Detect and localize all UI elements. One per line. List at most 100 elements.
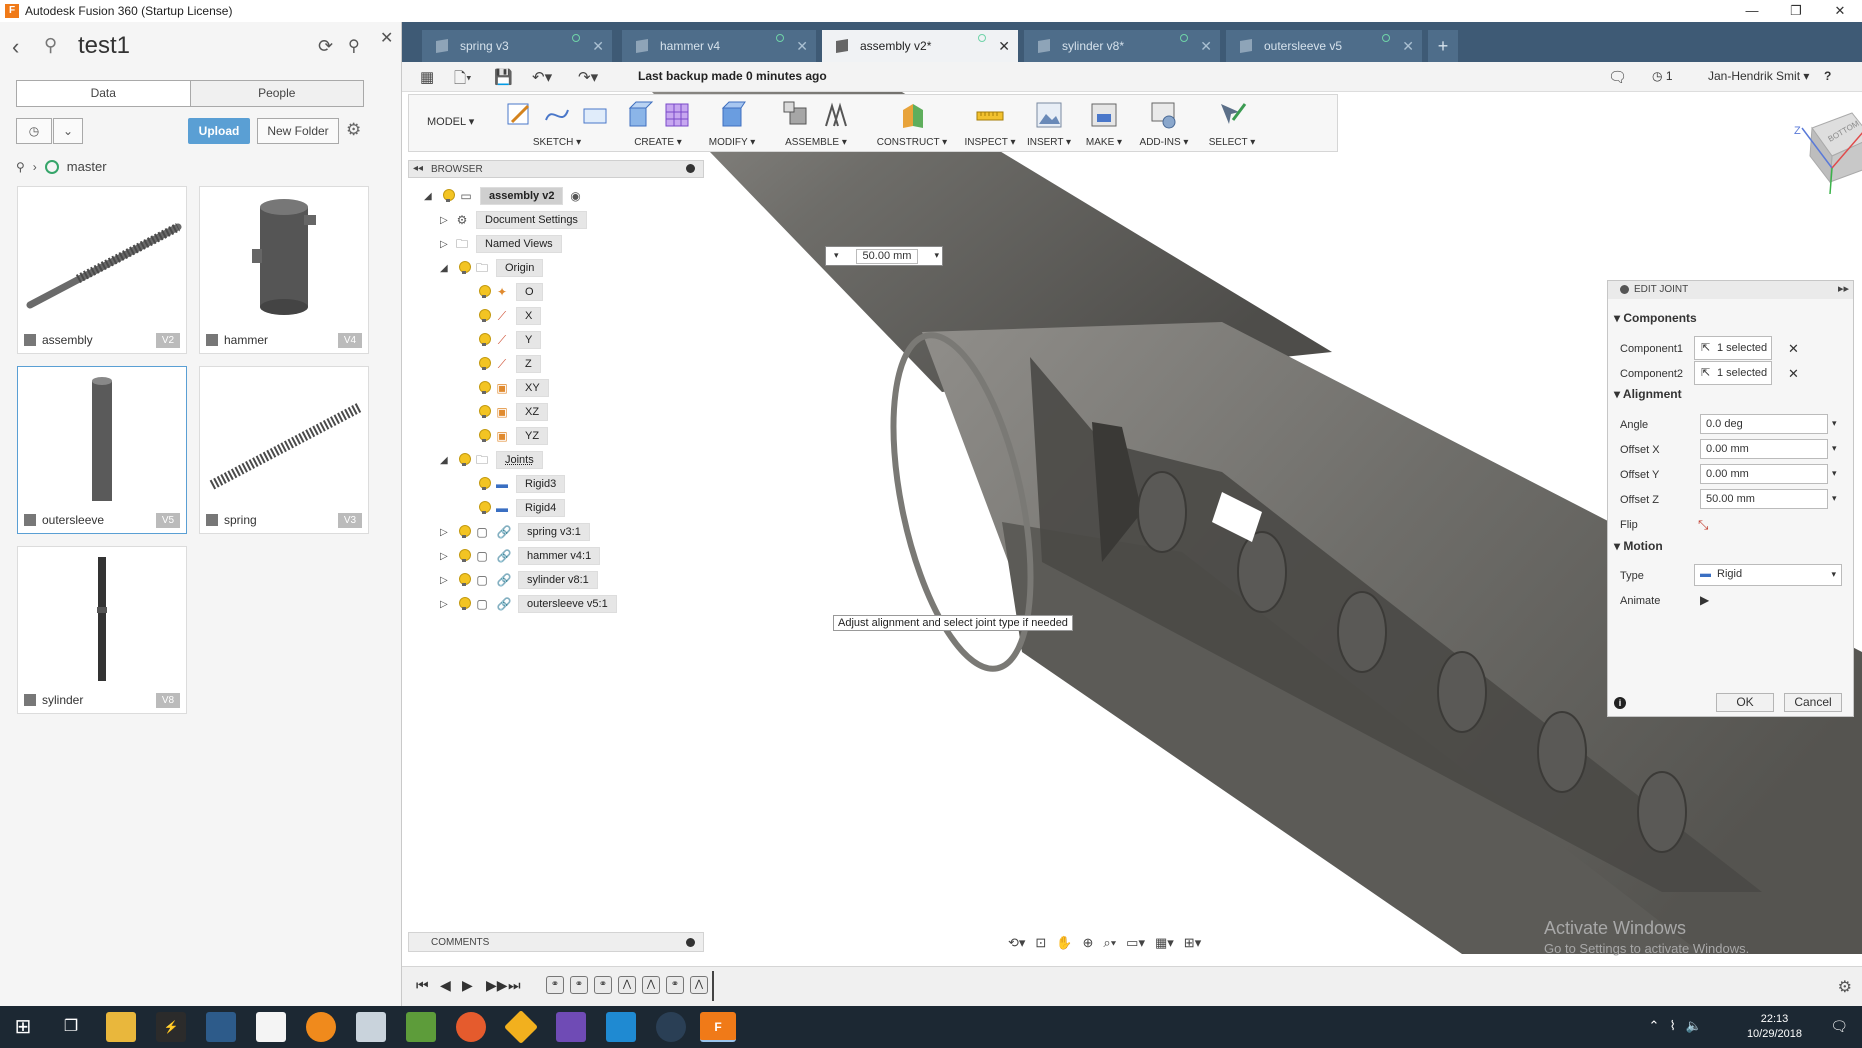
activate-radio-icon[interactable]: ◉	[567, 189, 583, 203]
app-icon[interactable]	[356, 1012, 386, 1042]
tree-node-hammer[interactable]: ▷ ▢ 🔗 hammer v4:1	[440, 546, 601, 566]
section-motion[interactable]: ▾ Motion	[1614, 539, 1663, 553]
offset-plane-icon[interactable]	[897, 100, 927, 130]
panel-options-icon[interactable]	[686, 164, 695, 173]
doc-tab-hammer[interactable]: hammer v4 ✕	[622, 30, 816, 62]
chevron-up-icon[interactable]: ⌃	[1649, 1018, 1660, 1034]
go-to-end-icon[interactable]: ⏭	[508, 977, 521, 994]
search-icon[interactable]: ⚲	[348, 36, 360, 56]
ribbon-group-inspect[interactable]: INSPECT ▾	[959, 95, 1021, 151]
visibility-bulb-icon[interactable]	[478, 285, 491, 299]
history-icon[interactable]: ◷	[16, 118, 52, 144]
visual-studio-icon[interactable]	[556, 1012, 586, 1042]
visibility-bulb-icon[interactable]	[478, 381, 491, 395]
app-icon[interactable]	[504, 1010, 538, 1044]
ribbon-group-create[interactable]: CREATE ▾	[619, 95, 697, 151]
save-icon[interactable]: 💾	[494, 68, 513, 86]
help-icon[interactable]: ?	[1824, 69, 1831, 83]
visibility-bulb-icon[interactable]	[458, 525, 471, 539]
expand-triangle-icon[interactable]: ▷	[440, 551, 454, 562]
workspace-switcher[interactable]: MODEL ▾	[427, 115, 474, 128]
tree-node-x-axis[interactable]: ⟋ X	[474, 306, 542, 326]
component2-selector[interactable]: ⇱ 1 selected	[1694, 361, 1772, 385]
visibility-bulb-icon[interactable]	[478, 333, 491, 347]
browser-panel-header[interactable]: ◂◂ BROWSER	[408, 160, 704, 178]
grid-menu-icon[interactable]: ▦	[420, 68, 434, 86]
close-icon[interactable]: ✕	[592, 30, 604, 62]
timeline-marker[interactable]	[712, 971, 714, 1001]
upload-button[interactable]: Upload	[188, 118, 250, 144]
timeline-joint-icon[interactable]: ⚭	[594, 976, 612, 994]
timeline-joint-icon[interactable]: ⋀	[690, 976, 708, 994]
ribbon-group-make[interactable]: MAKE ▾	[1077, 95, 1131, 151]
look-at-icon[interactable]: ⊡	[1035, 935, 1046, 951]
visibility-bulb-icon[interactable]	[458, 453, 471, 467]
app-icon[interactable]	[206, 1012, 236, 1042]
tree-node-z-axis[interactable]: ⟋ Z	[474, 354, 541, 374]
zoom-window-icon[interactable]: ⌕▾	[1103, 935, 1116, 951]
app-icon[interactable]	[606, 1012, 636, 1042]
file-explorer-icon[interactable]	[106, 1012, 136, 1042]
tab-data[interactable]: Data	[17, 81, 190, 106]
expand-triangle-icon[interactable]: ▷	[440, 239, 454, 250]
tree-node-origin[interactable]: ◢ 🗀 Origin	[440, 258, 544, 278]
clear-selection-icon[interactable]: ✕	[1788, 366, 1799, 382]
component1-selector[interactable]: ⇱ 1 selected	[1694, 336, 1772, 360]
file-card-spring[interactable]: spring V3	[199, 366, 369, 534]
breadcrumb-master[interactable]: master	[67, 159, 107, 174]
pan-icon[interactable]: ✋	[1056, 935, 1072, 951]
visibility-bulb-icon[interactable]	[478, 429, 491, 443]
doc-tab-assembly[interactable]: assembly v2* ✕	[822, 30, 1018, 62]
minecraft-icon[interactable]	[406, 1012, 436, 1042]
line-sketch-icon[interactable]	[542, 100, 572, 130]
angle-input[interactable]: 0.0 deg	[1700, 414, 1828, 434]
network-icon[interactable]: ⌇	[1669, 1018, 1675, 1034]
offset-x-input[interactable]: 0.00 mm	[1700, 439, 1828, 459]
ribbon-group-modify[interactable]: MODIFY ▾	[697, 95, 767, 151]
file-card-outersleeve[interactable]: outersleeve V5	[17, 366, 187, 534]
offset-z-input[interactable]: 50.00 mm	[1700, 489, 1828, 509]
redo-icon[interactable]: ↷▾	[578, 68, 598, 86]
offset-dimension-input[interactable]: ▾ 50.00 mm ▾	[825, 246, 943, 266]
select-icon[interactable]	[1217, 100, 1247, 130]
create-sketch-icon[interactable]	[504, 100, 534, 130]
hub-icon[interactable]: ⚲	[16, 160, 25, 174]
measure-icon[interactable]	[975, 100, 1005, 130]
visibility-bulb-icon[interactable]	[458, 597, 471, 611]
3d-print-icon[interactable]	[1089, 100, 1119, 130]
expand-triangle-icon[interactable]: ▷	[440, 599, 454, 610]
chevron-down-icon[interactable]: ▾	[1832, 493, 1837, 504]
chevron-down-icon[interactable]: ⌄	[53, 118, 83, 144]
minimize-button[interactable]: —	[1730, 0, 1774, 22]
file-card-assembly[interactable]: assembly V2	[17, 186, 187, 354]
visibility-bulb-icon[interactable]	[478, 405, 491, 419]
doc-tab-outersleeve[interactable]: outersleeve v5 ✕	[1226, 30, 1422, 62]
tree-node-named-views[interactable]: ▷ 🗀 Named Views	[440, 234, 562, 254]
expand-dialog-icon[interactable]: ▸▸	[1838, 282, 1849, 295]
flip-icon[interactable]: ⤡	[1698, 517, 1708, 533]
rectangle-sketch-icon[interactable]	[580, 100, 610, 130]
collapse-panel-icon[interactable]: ◂◂	[413, 163, 423, 174]
section-alignment[interactable]: ▾ Alignment	[1614, 387, 1682, 401]
visibility-bulb-icon[interactable]	[458, 549, 471, 563]
joint-icon[interactable]	[820, 100, 850, 130]
tree-node-joints[interactable]: ◢ 🗀 Joints	[440, 450, 543, 470]
notifications-icon[interactable]: 🗨	[1608, 68, 1627, 86]
ribbon-group-sketch[interactable]: SKETCH ▾	[495, 95, 619, 151]
comments-panel-header[interactable]: COMMENTS	[408, 932, 704, 952]
visibility-bulb-icon[interactable]	[478, 501, 491, 515]
visibility-bulb-icon[interactable]	[442, 189, 455, 203]
timeline-joint-icon[interactable]: ⚭	[666, 976, 684, 994]
close-icon[interactable]: ✕	[998, 30, 1010, 62]
task-view-icon[interactable]: ❐	[56, 1012, 86, 1042]
scripts-addins-icon[interactable]	[1149, 100, 1179, 130]
collapse-triangle-icon[interactable]: ◢	[440, 263, 454, 274]
close-window-button[interactable]: ✕	[1818, 0, 1862, 22]
dimension-value[interactable]: 50.00 mm	[856, 249, 918, 264]
job-status[interactable]: ◷ 1	[1652, 69, 1673, 83]
tree-node-xy-plane[interactable]: ▣ XY	[474, 378, 549, 398]
tree-node-spring[interactable]: ▷ ▢ 🔗 spring v3:1	[440, 522, 590, 542]
back-arrow-icon[interactable]: ‹	[12, 34, 19, 60]
form-icon[interactable]	[662, 100, 692, 130]
chevron-down-icon[interactable]: ▾	[1832, 443, 1837, 454]
